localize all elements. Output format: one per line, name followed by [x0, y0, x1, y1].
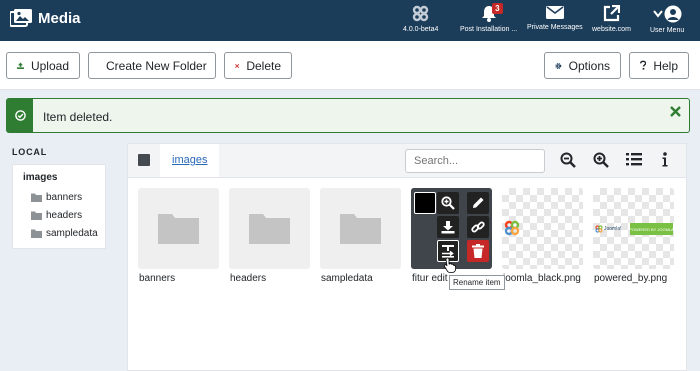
pencil-icon [473, 197, 484, 208]
folder-tree: images banners headers sampledata [12, 164, 106, 249]
envelope-icon [545, 6, 564, 19]
joomla-logo-icon [504, 220, 520, 236]
hand-cursor-icon [443, 257, 456, 276]
alert-stripe [7, 99, 33, 132]
tile-label: powered_by.png [594, 273, 668, 284]
folder-icon [340, 214, 381, 244]
toolbar: Upload Create New Folder Delete Options … [0, 41, 700, 90]
website-link[interactable]: website.com [592, 5, 631, 33]
tree-item-label: sampledata [46, 227, 98, 239]
image-tile-powered-by[interactable]: Joomla! POWERED BY JOOMLA [593, 188, 674, 269]
success-alert: Item deleted. [6, 98, 690, 133]
tree-item-headers[interactable]: headers [31, 206, 105, 224]
list-view-button[interactable] [626, 152, 642, 169]
brand[interactable]: Media [10, 9, 81, 27]
question-icon [640, 60, 647, 70]
select-checkbox[interactable] [414, 192, 436, 214]
folder-icon [158, 214, 199, 244]
close-icon [670, 106, 681, 117]
version-label: 4.0.0-beta4 [403, 26, 439, 33]
options-button[interactable]: Options [544, 52, 621, 79]
joomla-icon [413, 5, 429, 22]
breadcrumb-arrow [208, 144, 218, 177]
folder-tile-banners[interactable] [138, 188, 219, 269]
preview-button[interactable] [437, 192, 459, 214]
joomla-logo-icon [595, 225, 603, 233]
image-tile-joomla-black[interactable] [502, 188, 583, 269]
folder-icon [31, 229, 42, 238]
delete-label: Delete [246, 58, 281, 73]
zoom-in-button[interactable] [593, 152, 609, 171]
version-link[interactable]: 4.0.0-beta4 [403, 5, 438, 33]
trash-icon [472, 244, 484, 258]
download-button[interactable] [437, 216, 459, 238]
select-all-checkbox[interactable] [138, 154, 150, 166]
tree-item-sampledata[interactable]: sampledata [31, 224, 105, 242]
images-icon [10, 9, 32, 27]
private-messages-label: Private Messages [527, 24, 583, 31]
folder-icon [31, 211, 42, 220]
private-messages-link[interactable]: Private Messages [527, 5, 583, 31]
zoom-in-icon [593, 152, 609, 168]
tile-label: sampledata [321, 273, 373, 284]
edit-button[interactable] [467, 192, 489, 214]
upload-button[interactable]: Upload [6, 52, 80, 79]
info-icon [662, 152, 668, 167]
user-menu[interactable]: User Menu [650, 5, 684, 34]
zoom-out-icon [560, 152, 576, 168]
tree-item-label: headers [46, 209, 83, 221]
check-circle-icon [14, 110, 26, 121]
powered-by-banner: Joomla! POWERED BY JOOMLA [595, 223, 673, 235]
delete-item-button[interactable] [467, 240, 489, 262]
tile-label: joomla_black.png [503, 273, 581, 284]
help-label: Help [653, 58, 678, 73]
folder-tile-sampledata[interactable] [320, 188, 401, 269]
post-installation-label: Post Installation ... [460, 26, 518, 33]
tree-item-label: banners [46, 191, 83, 203]
delete-button[interactable]: Delete [224, 52, 292, 79]
user-icon [664, 5, 682, 23]
website-label: website.com [592, 26, 631, 33]
gear-icon [555, 62, 562, 69]
page-title: Media [38, 9, 81, 27]
zoom-out-button[interactable] [560, 152, 576, 171]
tile-label: headers [230, 273, 267, 284]
close-icon [235, 63, 240, 68]
share-link-button[interactable] [467, 216, 489, 238]
info-button[interactable] [662, 152, 668, 170]
zoom-in-icon [441, 196, 455, 210]
local-section-label: LOCAL [12, 147, 47, 157]
rename-icon [442, 245, 454, 258]
powered-logo-text: Joomla! [604, 226, 622, 232]
rename-tooltip: Rename item [449, 275, 505, 290]
top-header: Media 4.0.0-beta4 3 Post Installation ..… [0, 0, 700, 41]
powered-banner-text: POWERED BY JOOMLA [630, 223, 673, 235]
upload-icon [17, 62, 24, 69]
post-installation-link[interactable]: 3 Post Installation ... [460, 3, 518, 33]
user-menu-label: User Menu [650, 27, 685, 34]
browser-toolbar: images [128, 144, 686, 178]
tile-label: banners [139, 273, 176, 284]
create-folder-label: Create New Folder [106, 58, 207, 73]
notification-badge: 3 [492, 3, 503, 14]
folder-icon [31, 193, 42, 202]
alert-close-button[interactable] [670, 106, 681, 120]
folder-tile-headers[interactable] [229, 188, 310, 269]
media-browser: images Search... banners headers sampled… [127, 143, 687, 371]
upload-label: Upload [30, 58, 69, 73]
tree-item-banners[interactable]: banners [31, 188, 105, 206]
chevron-down-icon [652, 10, 663, 18]
create-folder-button[interactable]: Create New Folder [88, 52, 216, 79]
external-link-icon [603, 5, 620, 22]
search-input[interactable] [405, 149, 545, 173]
tree-root-images[interactable]: images [23, 172, 105, 183]
download-icon [441, 221, 455, 234]
list-icon [626, 153, 642, 166]
alert-message: Item deleted. [43, 110, 113, 124]
options-label: Options [568, 58, 610, 73]
help-button[interactable]: Help [629, 52, 689, 79]
tile-label: fitur edit [412, 273, 448, 284]
link-icon [471, 221, 485, 233]
folder-icon [249, 214, 290, 244]
